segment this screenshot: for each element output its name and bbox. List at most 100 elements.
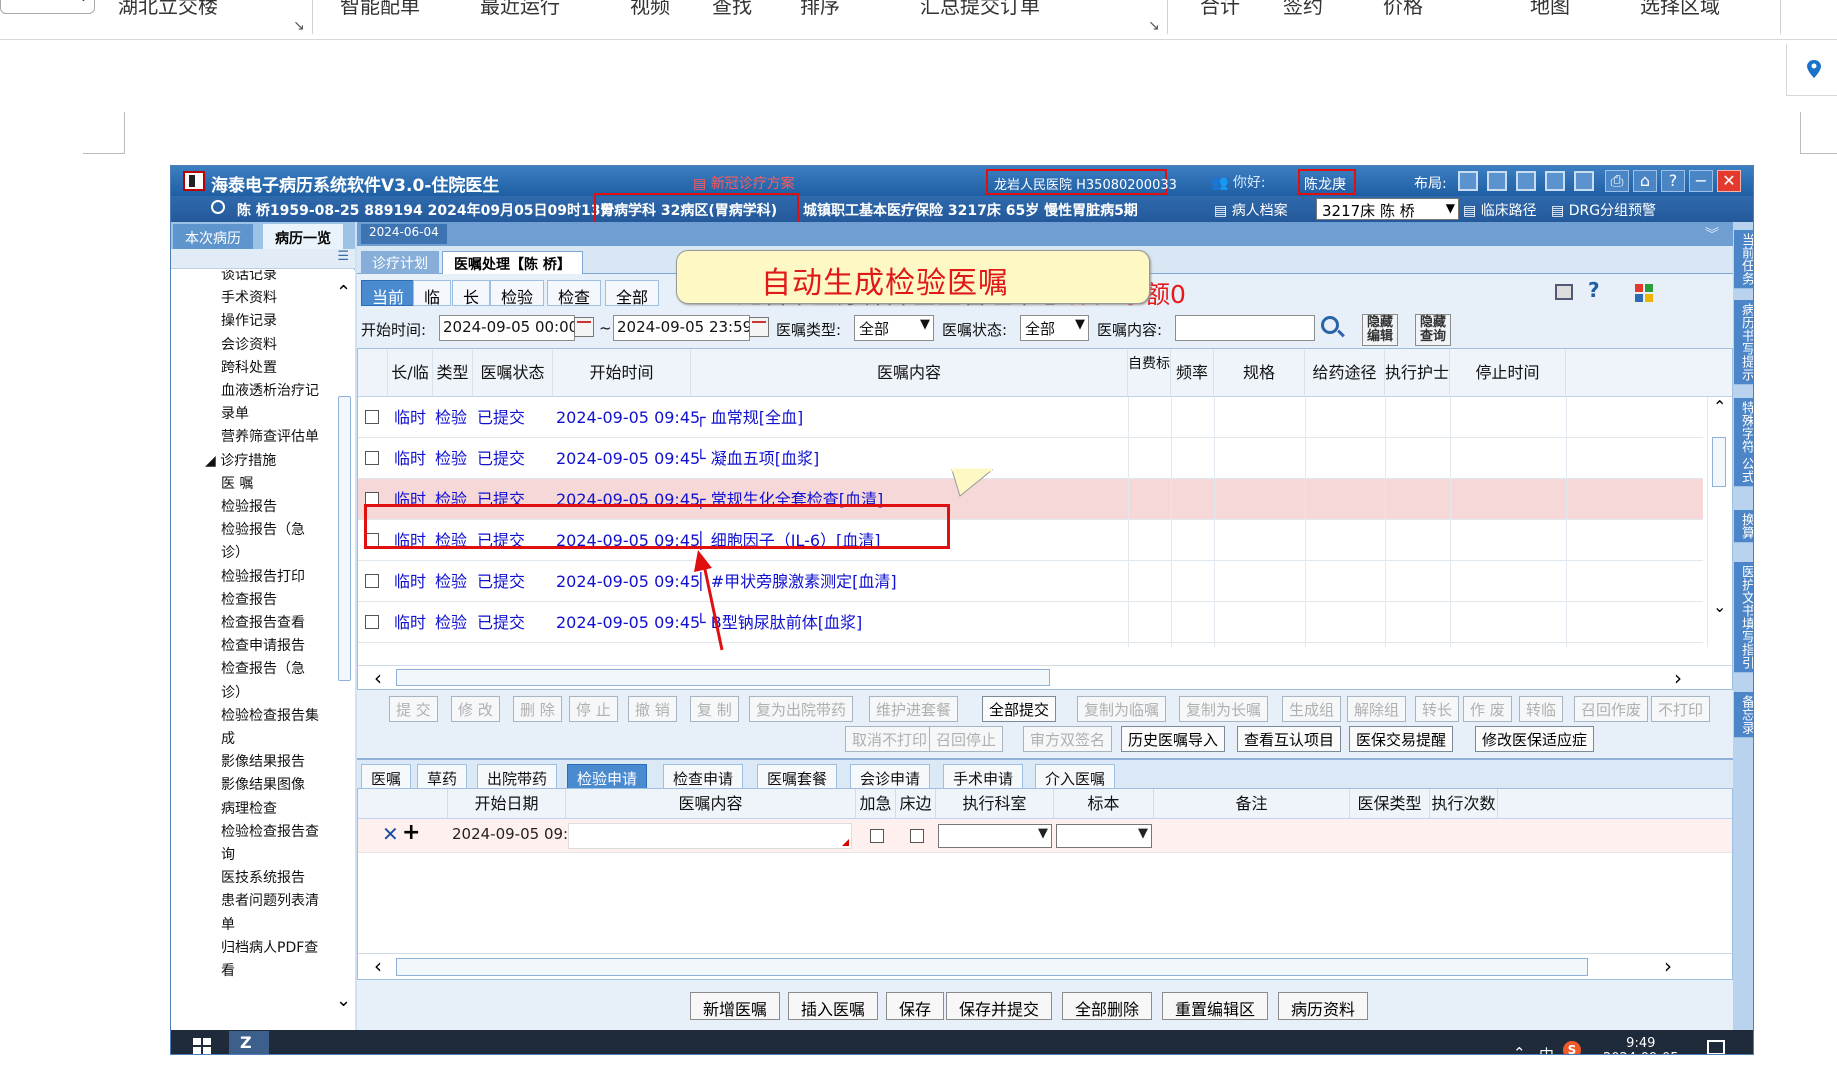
right-side-tab[interactable]: 备忘录 xyxy=(1734,692,1753,738)
order-term[interactable]: 临时 xyxy=(394,602,426,643)
chevron-right-icon[interactable]: › xyxy=(1674,666,1682,689)
lower-tab[interactable]: 医嘱 xyxy=(361,764,412,790)
tree-item[interactable]: 检验检查报告查 xyxy=(221,821,319,841)
order-row[interactable]: 临时 检验 已提交 2024-09-05 09:45 └ 凝血五项[血浆] xyxy=(358,438,1703,479)
hide-edit-button[interactable]: 隐藏编辑 xyxy=(1362,314,1398,346)
column-header[interactable]: 自费标志 xyxy=(1128,349,1171,397)
tree-item[interactable]: ◢ 诊疗措施 xyxy=(205,450,276,470)
calendar-icon[interactable] xyxy=(749,317,769,337)
column-header[interactable]: 执行次数 xyxy=(1430,789,1498,819)
insert-order-button[interactable]: 插入医嘱 xyxy=(788,992,879,1020)
order-row[interactable]: 临时 检验 已提交 2024-09-05 09:45 ┌ 血常规[全血] xyxy=(358,397,1703,438)
column-header[interactable]: 停止时间 xyxy=(1450,349,1566,397)
request-start-date[interactable]: 2024-09-05 09:49 xyxy=(452,825,587,851)
ribbon-launcher-icon[interactable]: ↘ xyxy=(293,18,305,34)
order-row-checkbox[interactable] xyxy=(365,410,379,424)
right-side-tab[interactable]: 当前任务 xyxy=(1734,230,1753,289)
tree-scroll-thumb[interactable] xyxy=(338,396,351,681)
start-time-to-input[interactable]: 2024-09-05 23:59 xyxy=(613,315,752,341)
collapse-icon[interactable]: ︾ xyxy=(1705,224,1719,244)
order-type[interactable]: 检验 xyxy=(435,602,467,643)
taskbar-clock[interactable]: 9:49 2024-09-05 xyxy=(1603,1036,1679,1054)
tree-item[interactable]: 检验检查报告集 xyxy=(221,705,319,725)
bed-select[interactable]: 3217床 陈 桥 ▼ xyxy=(1316,198,1459,220)
column-header[interactable]: 医嘱状态 xyxy=(473,349,553,397)
ribbon-item[interactable]: 最近运行 xyxy=(480,0,560,19)
list-icon[interactable]: ☰ xyxy=(337,249,349,264)
layout-vertical-icon[interactable] xyxy=(1516,171,1536,191)
action-button[interactable]: 复制为长嘱 xyxy=(1179,696,1269,722)
tree-item[interactable]: 病理检查 xyxy=(221,798,277,818)
layout-horizontal-icon[interactable] xyxy=(1487,171,1507,191)
urgent-checkbox[interactable] xyxy=(870,829,884,843)
close-icon[interactable]: ✕ xyxy=(1717,170,1741,192)
ribbon-item[interactable]: 智能配单 xyxy=(340,0,420,19)
column-header[interactable]: 规格 xyxy=(1214,349,1305,397)
print-icon[interactable]: ⎙ xyxy=(1605,170,1629,192)
action-button[interactable]: 历史医嘱导入 xyxy=(1121,726,1226,752)
save-button[interactable]: 保存 xyxy=(886,992,945,1020)
tree-item[interactable]: 单 xyxy=(221,914,235,934)
ribbon-launcher-icon[interactable]: ↘ xyxy=(1148,18,1160,34)
layout-full-icon[interactable] xyxy=(1574,171,1594,191)
orders-hscrollbar[interactable]: ‹ › xyxy=(358,665,1732,689)
tab-current-record[interactable]: 本次病历 xyxy=(173,224,253,249)
right-side-tab[interactable]: 换算 xyxy=(1734,510,1753,543)
add-row-icon[interactable]: + xyxy=(402,820,420,846)
orders-vscroll-thumb[interactable] xyxy=(1712,437,1726,487)
action-button[interactable]: 修 改 xyxy=(451,696,500,722)
action-button[interactable]: 医保交易提醒 xyxy=(1349,726,1454,752)
search-icon[interactable] xyxy=(1321,316,1339,334)
action-button[interactable]: 撤 销 xyxy=(628,696,677,722)
right-side-tab[interactable]: 公式 xyxy=(1734,454,1753,487)
column-header[interactable]: 类型 xyxy=(433,349,473,397)
current-user[interactable]: 陈龙庚 xyxy=(1298,169,1356,195)
order-type[interactable]: 检验 xyxy=(435,561,467,602)
column-header[interactable]: 医嘱内容 xyxy=(566,789,856,819)
column-header[interactable]: 给药途径 xyxy=(1305,349,1385,397)
save-submit-button[interactable]: 保存并提交 xyxy=(946,992,1053,1020)
order-term[interactable]: 临时 xyxy=(394,397,426,438)
column-header[interactable]: 备注 xyxy=(1154,789,1350,819)
ribbon-item[interactable]: 价格 xyxy=(1383,0,1423,19)
sogou-ime-icon[interactable]: S xyxy=(1563,1041,1581,1054)
ribbon-item[interactable]: 汇总提交订单 xyxy=(920,0,1040,19)
help-icon[interactable]: ? xyxy=(1588,278,1600,302)
ribbon-item[interactable]: 视频 xyxy=(630,0,670,19)
right-side-tab[interactable]: 医护文书填写指引 xyxy=(1734,562,1753,673)
column-header[interactable]: 开始日期 xyxy=(448,789,566,819)
chevron-up-icon[interactable]: ⌃ xyxy=(1713,397,1726,416)
lower-tab[interactable]: 手术申请 xyxy=(943,764,1024,790)
action-button[interactable]: 全部提交 xyxy=(982,696,1057,722)
tree-item[interactable]: 检验报告打印 xyxy=(221,566,305,586)
column-header[interactable]: 长/临 xyxy=(388,349,433,397)
order-type-select[interactable]: 全部 ▼ xyxy=(854,315,934,341)
action-button[interactable]: 提 交 xyxy=(389,696,438,722)
ribbon-item[interactable]: 签约 xyxy=(1283,0,1323,19)
order-content[interactable]: ┌ 血常规[全血] xyxy=(696,397,803,438)
windows-start-icon[interactable] xyxy=(193,1038,211,1054)
action-button[interactable]: 召回停止 xyxy=(929,726,1004,752)
column-header[interactable]: 标本 xyxy=(1054,789,1154,819)
order-term[interactable]: 临时 xyxy=(394,438,426,479)
tree-item[interactable]: 会诊资料 xyxy=(221,334,277,354)
filter-tab-long-term[interactable]: 长 xyxy=(452,280,491,307)
column-header[interactable]: 执行护士 xyxy=(1385,349,1450,397)
delete-row-icon[interactable]: ✕ xyxy=(382,822,399,848)
tree-item[interactable]: 检查申请报告 xyxy=(221,635,305,655)
chevron-left-icon[interactable]: ‹ xyxy=(374,666,382,689)
tree-item[interactable]: 检查报告查看 xyxy=(221,612,305,632)
order-term[interactable]: 临时 xyxy=(394,561,426,602)
ribbon-item[interactable]: 排序 xyxy=(800,0,840,19)
order-row-checkbox[interactable] xyxy=(365,615,379,629)
location-pin-button[interactable] xyxy=(1786,44,1837,96)
hide-query-button[interactable]: 隐藏查询 xyxy=(1415,314,1451,346)
tree-item[interactable]: 营养筛查评估单 xyxy=(221,426,319,446)
ime-indicator[interactable]: 中 xyxy=(1539,1044,1554,1054)
lower-tab[interactable]: 检验申请 xyxy=(567,764,648,790)
tree-item[interactable]: 影像结果图像 xyxy=(221,774,305,794)
chevron-left-icon[interactable]: ‹ xyxy=(374,954,382,978)
lower-tab[interactable]: 出院带药 xyxy=(477,764,558,790)
ribbon-item[interactable]: 合计 xyxy=(1200,0,1240,19)
action-button[interactable]: 生成组 xyxy=(1282,696,1342,722)
